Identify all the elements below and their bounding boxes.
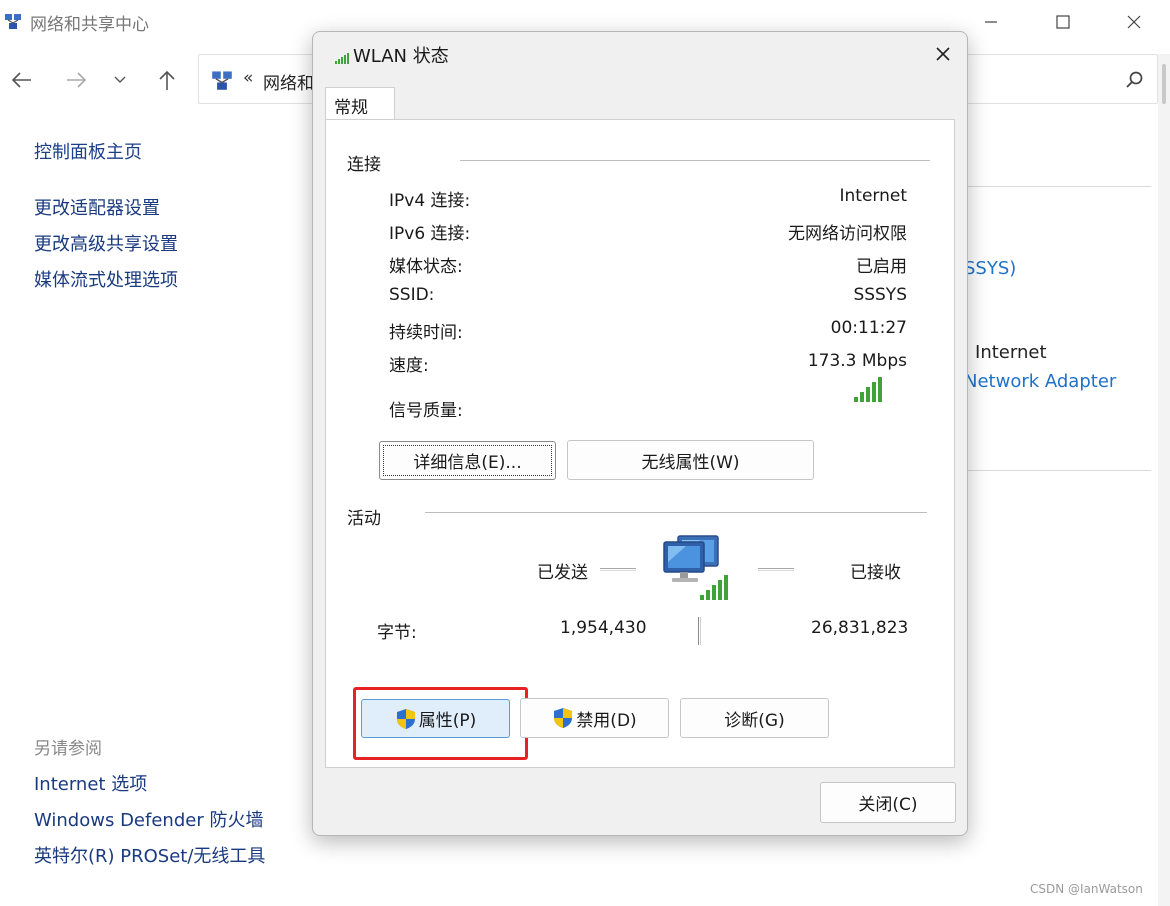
signal-strength-icon bbox=[854, 377, 882, 402]
access-type-text: J Internet bbox=[964, 342, 1047, 363]
signal-icon bbox=[335, 53, 349, 64]
window-close-button[interactable] bbox=[1105, 0, 1163, 44]
signal-bar bbox=[860, 392, 864, 402]
chevron-down-icon bbox=[114, 76, 126, 83]
activity-group-label: 活动 bbox=[347, 509, 381, 529]
ipv4-value: Internet bbox=[839, 186, 907, 206]
see-also-heading: 另请参阅 bbox=[34, 739, 102, 759]
media-state-value: 已启用 bbox=[856, 257, 907, 277]
see-also-proset[interactable]: 英特尔(R) PROSet/无线工具 bbox=[34, 842, 265, 868]
sidebar-link-media-streaming[interactable]: 媒体流式处理选项 bbox=[34, 266, 178, 292]
network-icon bbox=[212, 71, 232, 90]
adapter-link[interactable]: Network Adapter bbox=[964, 371, 1116, 392]
disable-button-label: 禁用(D) bbox=[576, 710, 637, 731]
signal-quality-label: 信号质量: bbox=[389, 401, 463, 421]
duration-label: 持续时间: bbox=[389, 323, 463, 343]
details-button[interactable]: 详细信息(E)... bbox=[379, 441, 556, 480]
dialog-title: WLAN 状态 bbox=[353, 46, 449, 67]
arrow-right-icon bbox=[67, 72, 87, 88]
sidebar-home-link[interactable]: 控制面板主页 bbox=[34, 138, 142, 164]
scrollbar-thumb[interactable] bbox=[1162, 64, 1166, 104]
forward-button[interactable] bbox=[58, 62, 94, 98]
general-panel: 连接 IPv4 连接: Internet IPv6 连接: 无网络访问权限 媒体… bbox=[325, 119, 955, 768]
received-label: 已接收 bbox=[850, 563, 901, 583]
speed-label: 速度: bbox=[389, 356, 429, 376]
arrow-left-icon bbox=[11, 72, 31, 88]
diagnose-button[interactable]: 诊断(G) bbox=[680, 698, 829, 738]
highlight-box bbox=[353, 687, 528, 760]
recent-locations-button[interactable] bbox=[102, 62, 138, 98]
search-icon[interactable] bbox=[1125, 70, 1145, 90]
breadcrumb-overflow[interactable]: « bbox=[243, 68, 253, 88]
group-divider bbox=[425, 512, 927, 513]
duration-value: 00:11:27 bbox=[830, 318, 907, 338]
divider bbox=[968, 186, 1151, 187]
bytes-received-value: 26,831,823 bbox=[811, 618, 909, 638]
close-icon bbox=[936, 47, 950, 61]
network-icon bbox=[5, 14, 21, 29]
scrollbar[interactable] bbox=[1158, 54, 1170, 906]
connection-group-label: 连接 bbox=[347, 155, 381, 175]
watermark: CSDN @IanWatson bbox=[1030, 882, 1143, 896]
divider bbox=[968, 470, 1151, 471]
maximize-icon bbox=[1056, 15, 1070, 29]
ipv6-label: IPv6 连接: bbox=[389, 224, 471, 244]
speed-value: 173.3 Mbps bbox=[807, 351, 907, 371]
activity-separator bbox=[698, 617, 701, 645]
network-computer-icon bbox=[663, 535, 728, 600]
ssid-value: SSSYS bbox=[853, 285, 907, 305]
ipv6-value: 无网络访问权限 bbox=[788, 224, 907, 244]
window-title: 网络和共享中心 bbox=[30, 15, 149, 35]
minimize-button[interactable] bbox=[962, 0, 1020, 44]
media-state-label: 媒体状态: bbox=[389, 257, 463, 277]
sent-label: 已发送 bbox=[537, 563, 588, 583]
ssid-label: SSID: bbox=[389, 285, 435, 305]
sent-line bbox=[600, 568, 636, 571]
wlan-status-dialog: WLAN 状态 常规 连接 IPv4 连接: Internet IPv6 连接:… bbox=[312, 31, 968, 836]
see-also-internet-options[interactable]: Internet 选项 bbox=[34, 770, 147, 796]
disable-button[interactable]: 禁用(D) bbox=[520, 698, 669, 738]
breadcrumb[interactable]: 网络和 bbox=[263, 69, 314, 94]
sidebar-link-adapter-settings[interactable]: 更改适配器设置 bbox=[34, 194, 160, 220]
dialog-close-button[interactable] bbox=[919, 32, 967, 76]
up-button[interactable] bbox=[149, 62, 185, 98]
arrow-up-icon bbox=[159, 70, 175, 90]
back-button[interactable] bbox=[4, 62, 40, 98]
signal-bar bbox=[854, 397, 858, 402]
sidebar-link-advanced-sharing[interactable]: 更改高级共享设置 bbox=[34, 230, 178, 256]
tab-general[interactable]: 常规 bbox=[325, 87, 395, 121]
bytes-label: 字节: bbox=[377, 623, 417, 643]
network-name-link[interactable]: SSYS) bbox=[964, 258, 1016, 279]
signal-bar bbox=[872, 382, 876, 402]
bytes-sent-value: 1,954,430 bbox=[560, 618, 647, 638]
ipv4-label: IPv4 连接: bbox=[389, 191, 471, 211]
signal-bar bbox=[866, 387, 870, 402]
minimize-icon bbox=[985, 21, 997, 23]
group-divider bbox=[460, 160, 930, 161]
maximize-button[interactable] bbox=[1034, 0, 1092, 44]
close-button[interactable]: 关闭(C) bbox=[820, 782, 956, 823]
shield-icon bbox=[554, 708, 573, 728]
wireless-properties-button[interactable]: 无线属性(W) bbox=[567, 440, 814, 480]
close-icon bbox=[1127, 15, 1141, 29]
received-line bbox=[758, 568, 794, 571]
see-also-firewall[interactable]: Windows Defender 防火墙 bbox=[34, 806, 263, 832]
signal-bar bbox=[878, 377, 882, 402]
